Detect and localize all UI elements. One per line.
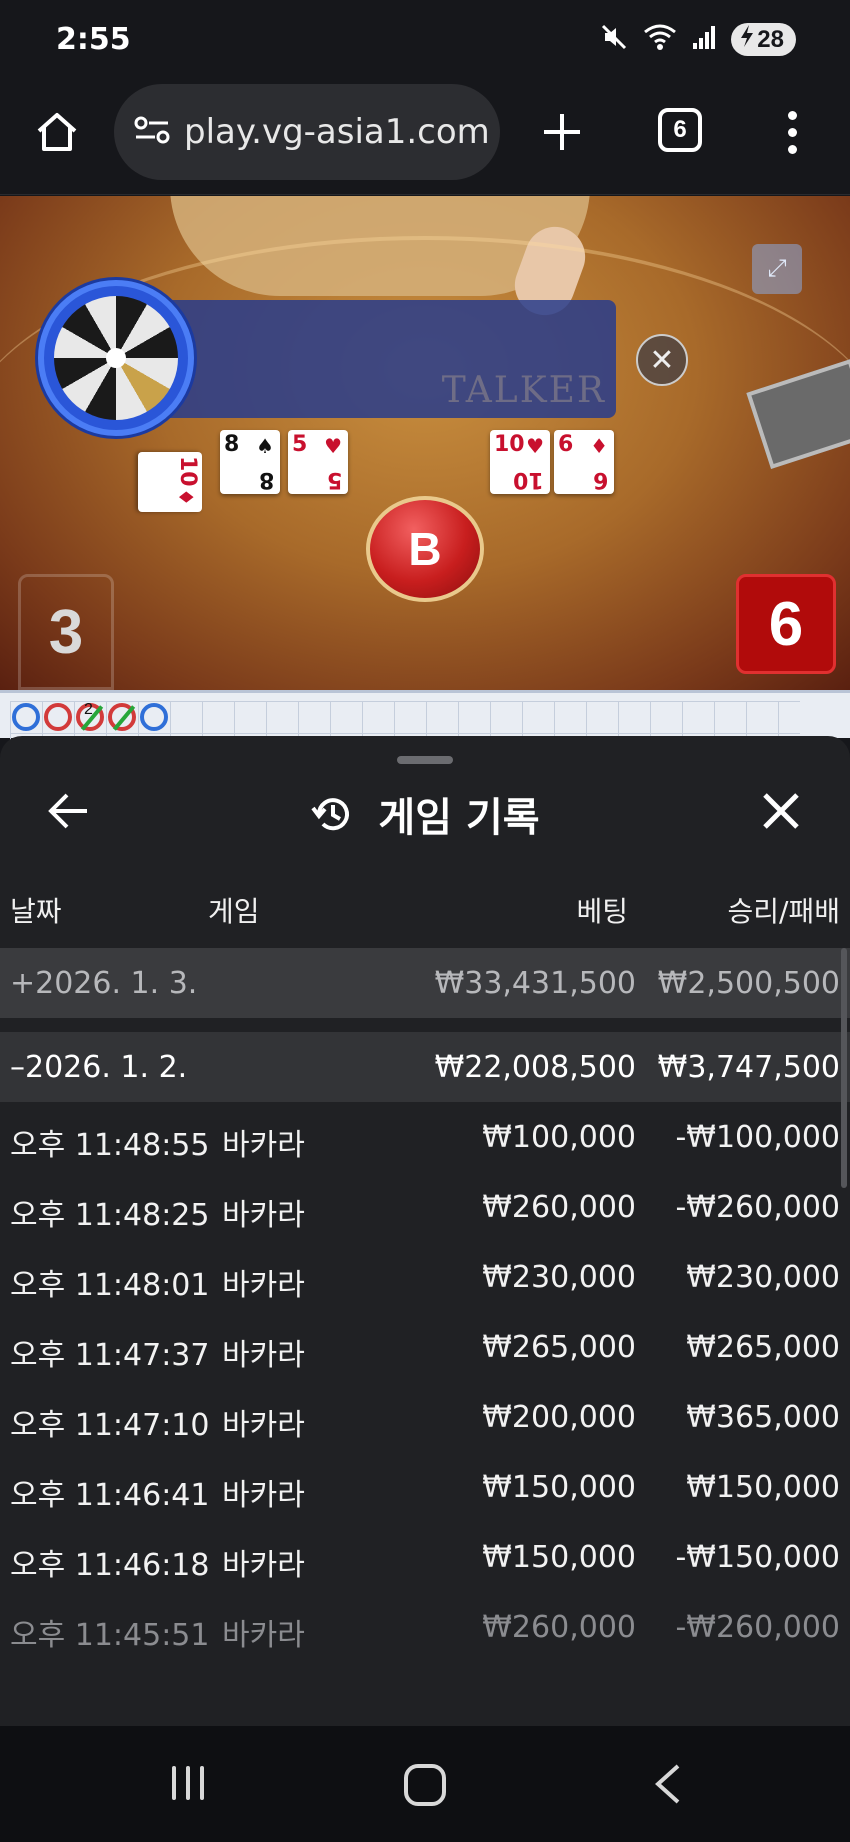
column-date: 날짜: [10, 895, 62, 928]
recents-button[interactable]: [166, 1766, 210, 1802]
wifi-icon: [643, 22, 677, 57]
back-button[interactable]: [42, 784, 96, 838]
sheet-header: 게임 기록: [0, 784, 850, 844]
table-row[interactable]: 오후 11:45:51 바카라 ₩260,000 -₩260,000: [0, 1592, 850, 1662]
banker-score: 6: [736, 574, 836, 674]
road-mark: 2: [76, 701, 104, 731]
bead-road-strip: 2: [0, 690, 850, 741]
history-icon: [311, 798, 350, 831]
road-mark: [44, 703, 72, 731]
banner-close-button[interactable]: ✕: [636, 334, 688, 386]
charging-icon: [739, 25, 755, 54]
group-date: –2026. 1. 2.: [10, 1050, 188, 1085]
road-mark: [140, 703, 168, 731]
more-vert-icon: [787, 110, 797, 120]
group-date: +2026. 1. 3.: [10, 966, 198, 1001]
table-row[interactable]: 오후 11:48:55 바카라 ₩100,000 -₩100,000: [0, 1102, 850, 1172]
browser-menu-button[interactable]: [772, 102, 812, 162]
player-card-2: 8 ♠ 8: [220, 430, 280, 494]
group-bet-total: ₩22,008,500: [434, 1050, 636, 1085]
banker-card-1: 10 ♥ 10: [490, 430, 550, 494]
close-icon: ✕: [649, 343, 675, 377]
group-bet-total: ₩33,431,500: [434, 966, 636, 1001]
road-mark: [12, 703, 40, 731]
signal-icon: [691, 23, 717, 56]
plus-icon: [544, 114, 580, 150]
url-text: play.vg-asia1.com: [184, 112, 490, 152]
date-group-row[interactable]: +2026. 1. 3. ₩33,431,500 ₩2,500,500: [0, 948, 850, 1018]
sheet-title: 게임 기록: [378, 795, 540, 841]
road-mark: [108, 703, 136, 731]
address-bar[interactable]: play.vg-asia1.com: [114, 84, 500, 180]
table-row[interactable]: 오후 11:47:37 바카라 ₩265,000 ₩265,000: [0, 1312, 850, 1382]
game-history-sheet: 게임 기록 날짜 게임 베팅 승리/패배 +2026. 1. 3. ₩33,43…: [0, 736, 850, 1726]
new-tab-button[interactable]: [532, 102, 592, 162]
arrow-left-icon: [48, 793, 87, 829]
promo-banner: TALKER: [150, 300, 616, 418]
home-icon: [37, 113, 77, 151]
road-badge: 2: [84, 701, 93, 718]
table-row[interactable]: 오후 11:46:18 바카라 ₩150,000 -₩150,000: [0, 1522, 850, 1592]
table-row[interactable]: 오후 11:46:41 바카라 ₩150,000 ₩150,000: [0, 1452, 850, 1522]
bonus-wheel[interactable]: [38, 280, 194, 436]
browser-home-button[interactable]: [30, 105, 84, 159]
status-time: 2:55: [56, 22, 131, 57]
home-nav-button[interactable]: [404, 1764, 446, 1806]
player-card-1: 10 ♦: [138, 452, 202, 512]
system-nav-bar: [0, 1726, 850, 1842]
group-win-loss-total: ₩2,500,500: [657, 966, 840, 1001]
column-game: 게임: [208, 895, 260, 928]
table-row[interactable]: 오후 11:48:25 바카라 ₩260,000 -₩260,000: [0, 1172, 850, 1242]
tab-count: 6: [673, 116, 687, 143]
group-win-loss-total: ₩3,747,500: [657, 1050, 840, 1085]
battery-level: 28: [757, 25, 784, 53]
chevron-left-icon: [655, 1764, 680, 1804]
sheet-drag-handle[interactable]: [397, 756, 453, 764]
banker-result-chip: B: [366, 496, 484, 602]
browser-toolbar: play.vg-asia1.com 6: [0, 80, 850, 195]
player-score: 3: [18, 574, 114, 690]
player-card-3: 5 ♥ 5: [288, 430, 348, 494]
status-bar: 2:55 28: [0, 0, 850, 80]
wheel-icon: [54, 296, 178, 420]
sheet-close-button[interactable]: [754, 784, 808, 838]
banker-card-2: 6 ♦ 6: [554, 430, 614, 494]
recents-icon: [172, 1766, 176, 1800]
battery-indicator: 28: [731, 23, 796, 56]
table-row[interactable]: 오후 11:47:10 바카라 ₩200,000 ₩365,000: [0, 1382, 850, 1452]
close-icon: [763, 793, 799, 829]
column-win-loss: 승리/패배: [727, 895, 840, 928]
banner-text: TALKER: [441, 370, 606, 411]
tab-switcher-button[interactable]: 6: [658, 108, 702, 152]
table-header: 날짜 게임 베팅 승리/패배: [0, 886, 850, 936]
date-group-row[interactable]: –2026. 1. 2. ₩22,008,500 ₩3,747,500: [0, 1032, 850, 1102]
column-bet: 베팅: [576, 895, 628, 928]
table-scrollbar[interactable]: [841, 948, 847, 1188]
status-icons: 28: [599, 22, 796, 57]
back-nav-button[interactable]: [648, 1762, 688, 1806]
expand-icon: ⤢: [767, 255, 787, 282]
table-row[interactable]: 오후 11:48:01 바카라 ₩230,000 ₩230,000: [0, 1242, 850, 1312]
mute-icon: [599, 22, 629, 57]
fullscreen-button[interactable]: ⤢: [752, 244, 802, 294]
live-baccarat-video: ⤢ TALKER ✕ 10 ♦ 8 ♠ 8 5 ♥ 5 10 ♥ 10 6 ♦ …: [0, 196, 850, 690]
site-settings-icon[interactable]: [132, 112, 172, 153]
history-table: +2026. 1. 3. ₩33,431,500 ₩2,500,500 –202…: [0, 948, 850, 1662]
